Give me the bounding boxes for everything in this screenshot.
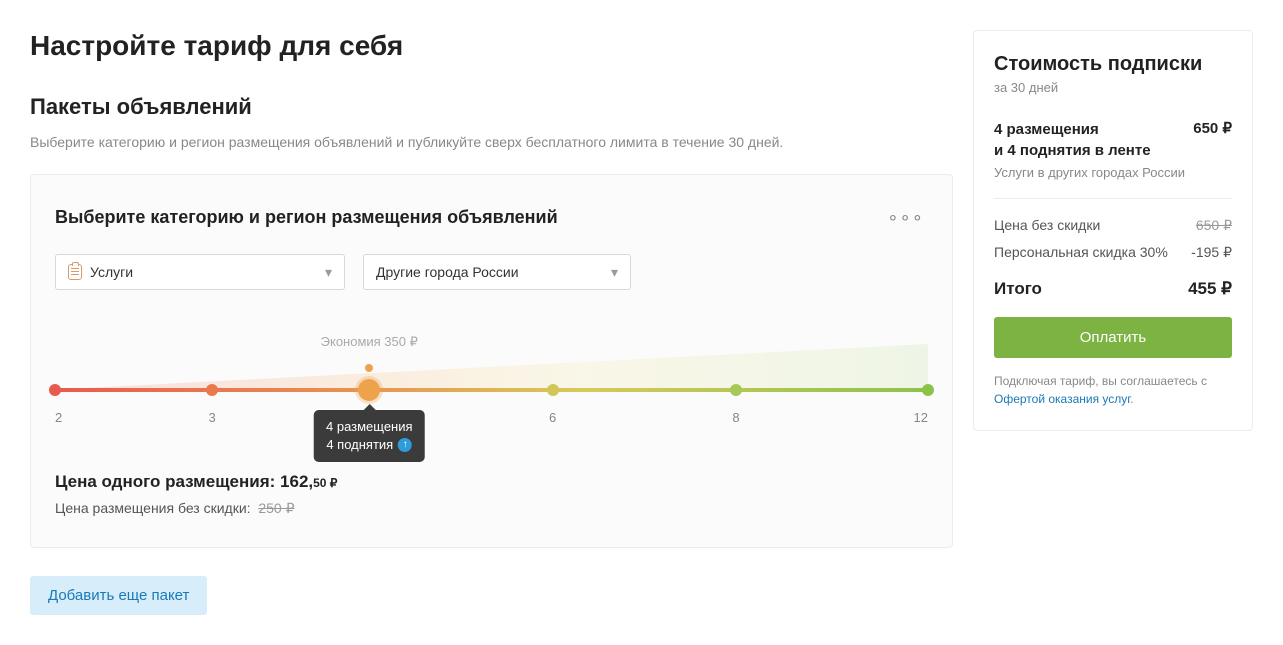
savings-dot — [365, 364, 373, 372]
add-package-button[interactable]: Добавить еще пакет — [30, 576, 207, 615]
tooltip-line2: 4 поднятия — [326, 436, 393, 454]
tooltip-line1: 4 размещения — [326, 418, 413, 436]
nodisc-value: 650 ₽ — [1196, 217, 1232, 234]
region-value: Другие города России — [376, 264, 519, 280]
offer-link[interactable]: Офертой оказания услуг — [994, 392, 1130, 406]
section-title: Пакеты объявлений — [30, 94, 953, 120]
chevron-down-icon: ▾ — [611, 264, 618, 281]
arrow-up-icon: ↑ — [398, 438, 412, 452]
summary-period: за 30 дней — [994, 80, 1232, 95]
unit-price: Цена одного размещения: 162,50 ₽ — [55, 472, 928, 492]
slider-label: 2 — [55, 410, 62, 425]
page-title: Настройте тариф для себя — [30, 30, 953, 62]
nodisc-label: Цена без скидки — [994, 217, 1100, 234]
slider-gradient — [55, 344, 928, 392]
summary-title: Стоимость подписки — [994, 53, 1232, 76]
slider-thumb[interactable] — [358, 379, 380, 401]
slider-track — [55, 388, 928, 392]
total-value: 455 ₽ — [1188, 279, 1232, 299]
category-select[interactable]: Услуги ▾ — [55, 254, 345, 290]
disc-label: Персональная скидка 30% — [994, 244, 1168, 261]
clipboard-icon — [68, 264, 82, 280]
summary-card: Стоимость подписки за 30 дней 4 размещен… — [973, 30, 1253, 431]
more-menu-icon[interactable]: ∘∘∘ — [883, 203, 928, 232]
disclaimer: Подключая тариф, вы соглашаетесь с Оферт… — [994, 372, 1232, 408]
quantity-slider[interactable]: Экономия 350 ₽ 2 3 6 8 12 4 размещения — [55, 334, 928, 454]
item-sub: Услуги в других городах России — [994, 165, 1232, 180]
slider-label: 3 — [209, 410, 216, 425]
package-card: Выберите категорию и регион размещения о… — [30, 174, 953, 548]
item-line2: и 4 поднятия в ленте — [994, 140, 1151, 161]
item-line1: 4 размещения — [994, 119, 1151, 140]
item-price: 650 ₽ — [1193, 119, 1232, 137]
slider-tick[interactable] — [547, 384, 559, 396]
pay-button[interactable]: Оплатить — [994, 317, 1232, 358]
category-value: Услуги — [90, 264, 133, 280]
slider-tick[interactable] — [922, 384, 934, 396]
slider-label: 6 — [549, 410, 556, 425]
slider-tick[interactable] — [49, 384, 61, 396]
unit-price-original: Цена размещения без скидки: 250 ₽ — [55, 500, 928, 517]
card-title: Выберите категорию и регион размещения о… — [55, 207, 558, 228]
slider-tooltip: 4 размещения 4 поднятия ↑ — [314, 410, 425, 462]
slider-label: 12 — [914, 410, 928, 425]
region-select[interactable]: Другие города России ▾ — [363, 254, 631, 290]
savings-label: Экономия 350 ₽ — [321, 334, 418, 350]
disc-value: -195 ₽ — [1191, 244, 1232, 261]
slider-tick[interactable] — [730, 384, 742, 396]
slider-tick[interactable] — [206, 384, 218, 396]
total-label: Итого — [994, 279, 1042, 299]
section-subtitle: Выберите категорию и регион размещения о… — [30, 134, 953, 150]
slider-label: 8 — [732, 410, 739, 425]
divider — [994, 198, 1232, 199]
chevron-down-icon: ▾ — [325, 264, 332, 281]
